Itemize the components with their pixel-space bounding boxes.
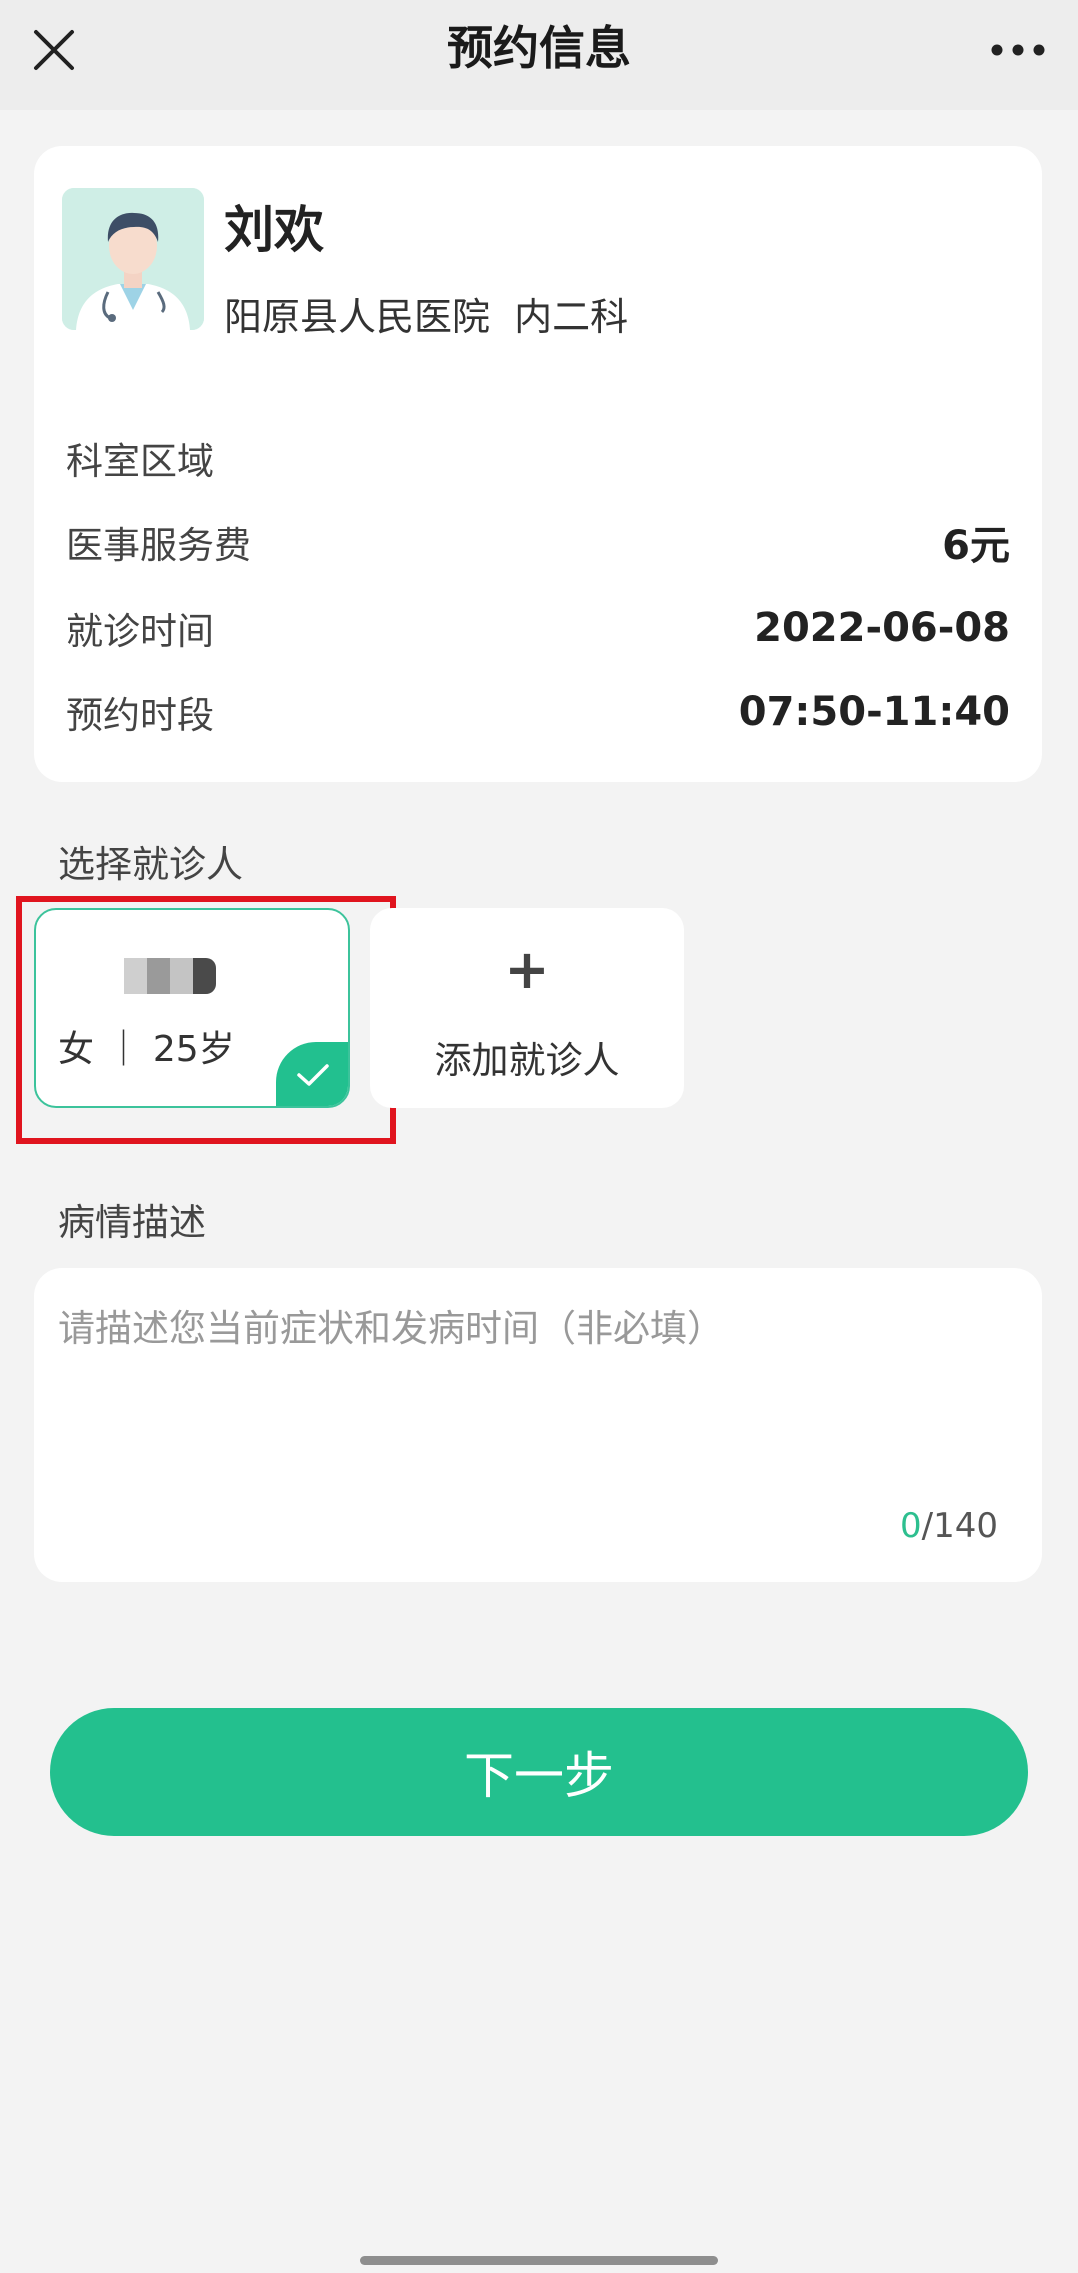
page-title: 预约信息 bbox=[447, 21, 631, 75]
char-counter: 0/140 bbox=[900, 1506, 998, 1546]
next-step-button[interactable]: 下一步 bbox=[50, 1708, 1028, 1836]
info-row-time-slot: 预约时段 07:50-11:40 bbox=[66, 682, 1010, 742]
condition-description-title: 病情描述 bbox=[58, 1201, 206, 1244]
select-patient-title: 选择就诊人 bbox=[58, 843, 243, 886]
doctor-avatar bbox=[62, 188, 204, 330]
condition-description-card: 0/140 bbox=[34, 1268, 1042, 1582]
add-patient-button[interactable]: + 添加就诊人 bbox=[370, 908, 684, 1108]
info-label: 科室区域 bbox=[66, 440, 214, 483]
top-nav-bar: 预约信息 bbox=[0, 0, 1078, 110]
info-row-visit-date: 就诊时间 2022-06-08 bbox=[66, 598, 1010, 658]
char-count-max: /140 bbox=[921, 1506, 998, 1546]
info-label: 就诊时间 bbox=[66, 610, 214, 653]
add-patient-label: 添加就诊人 bbox=[434, 1039, 620, 1082]
doctor-avatar-icon bbox=[62, 188, 204, 330]
doctor-name: 刘欢 bbox=[224, 201, 324, 259]
info-value: 6元 bbox=[942, 523, 1010, 569]
doctor-hospital-department: 阳原县人民医院 内二科 bbox=[224, 295, 629, 339]
home-indicator[interactable] bbox=[360, 2256, 718, 2265]
info-row-service-fee: 医事服务费 6元 bbox=[66, 512, 1010, 572]
info-label: 预约时段 bbox=[66, 694, 214, 737]
char-count-current: 0 bbox=[900, 1506, 922, 1546]
more-dots-icon bbox=[991, 44, 1045, 56]
info-label: 医事服务费 bbox=[66, 524, 251, 567]
plus-icon: + bbox=[504, 938, 550, 1001]
info-value: 07:50-11:40 bbox=[738, 689, 1010, 735]
more-button[interactable] bbox=[978, 18, 1058, 82]
info-value: 2022-06-08 bbox=[754, 605, 1010, 651]
info-row-department-area: 科室区域 bbox=[66, 428, 1010, 488]
highlight-annotation-box bbox=[16, 896, 396, 1144]
doctor-info-card: 刘欢 阳原县人民医院 内二科 科室区域 医事服务费 6元 就诊时间 2022-0… bbox=[34, 146, 1042, 782]
condition-description-input[interactable] bbox=[58, 1298, 1018, 1498]
